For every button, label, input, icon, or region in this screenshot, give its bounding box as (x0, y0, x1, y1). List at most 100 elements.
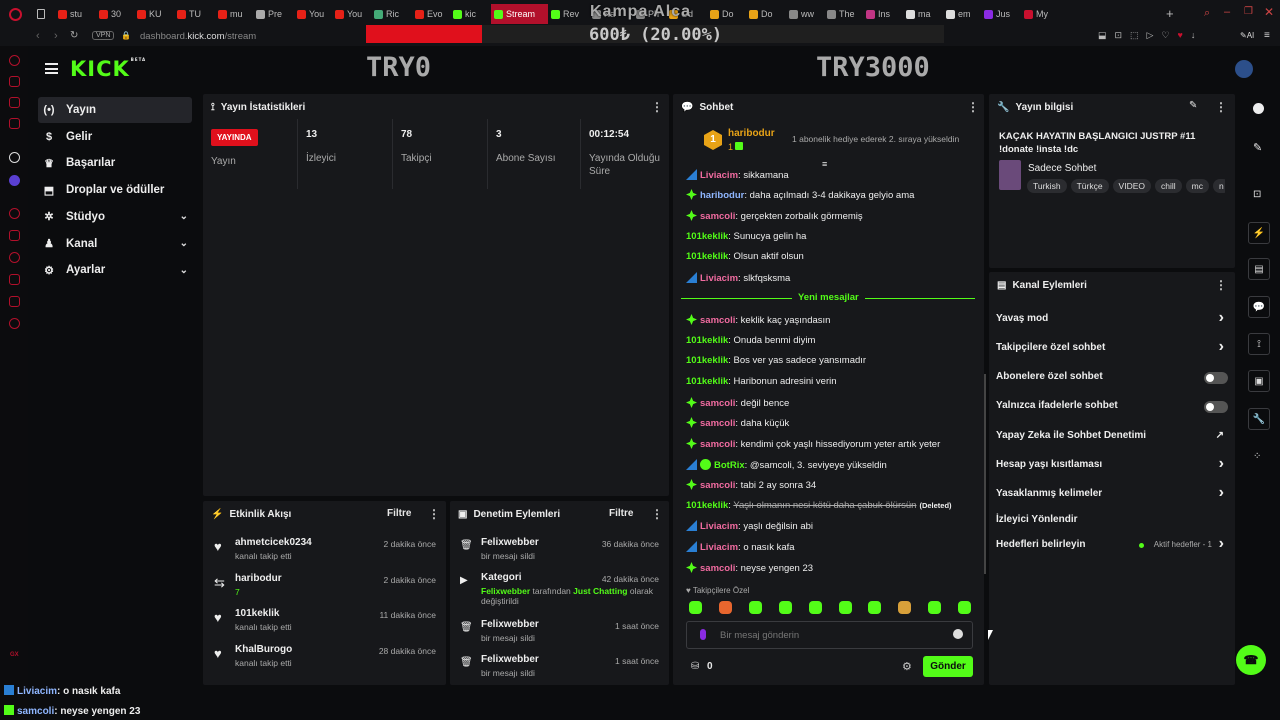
toggle-switch[interactable] (1204, 401, 1228, 413)
stats-menu-icon[interactable]: ⋮ (651, 100, 663, 114)
browser-tab[interactable]: em (946, 5, 981, 23)
chevron-right-icon[interactable]: › (1219, 535, 1224, 553)
new-tab-button[interactable]: + (1166, 6, 1174, 21)
chat-message[interactable]: 101keklik: Bos ver yas sadece yansımadır (686, 355, 866, 366)
sidebar-item-başarılar[interactable]: ♛ Başarılar (38, 150, 192, 176)
chat-message[interactable]: samcoli: gerçekten zorbalık görmemiş (686, 210, 863, 222)
chevron-right-icon[interactable]: › (1219, 455, 1224, 473)
chat-username[interactable]: samcoli (700, 211, 735, 222)
emote-icon[interactable] (749, 601, 762, 614)
chat-username[interactable]: 101keklik (686, 500, 728, 511)
points-icon[interactable]: ⛁ (691, 661, 699, 672)
chat-username[interactable]: Liviacim (700, 521, 738, 532)
browser-tab[interactable]: 30 (99, 5, 134, 23)
activity-item[interactable]: KhalBurogo kanalı takip etti 28 dakika önc… (235, 644, 436, 668)
gx-corner-icon[interactable] (9, 118, 20, 129)
emote-icon[interactable] (719, 601, 732, 614)
chat-username[interactable]: samcoli (700, 315, 735, 326)
chat-username[interactable]: samcoli (700, 439, 735, 450)
maximize-icon[interactable]: ❐ (1244, 6, 1253, 17)
add-action-icon[interactable]: ⁘ (1253, 451, 1261, 462)
quick-action-layout-button[interactable]: ▣ (1248, 370, 1270, 392)
extension-icon[interactable] (9, 175, 20, 186)
close-window-icon[interactable]: ✕ (1264, 5, 1274, 19)
moderation-menu-icon[interactable]: ⋮ (651, 507, 663, 521)
sidebar-item-ayarlar[interactable]: ⚙ Ayarlar ⌄ (38, 257, 192, 283)
hamburger-menu-icon[interactable] (45, 63, 58, 74)
chat-message[interactable]: samcoli: kendimi çok yaşlı hissediyorum … (686, 438, 940, 450)
emote-icon[interactable] (779, 601, 792, 614)
browser-tab[interactable]: stu (58, 5, 96, 23)
emote-icon[interactable] (898, 601, 911, 614)
emote-icon[interactable] (689, 601, 702, 614)
chat-message[interactable]: samcoli: keklik kaç yaşındasın (686, 314, 830, 326)
browser-tab[interactable]: Evo (415, 5, 450, 23)
gift-user[interactable]: haribodur (728, 128, 775, 139)
chevron-down-icon[interactable]: ≡ (822, 159, 827, 169)
chevron-down-icon[interactable]: ⌄ (180, 238, 188, 249)
activity-item[interactable]: ahmetcicek0234 kanalı takip etti 2 dakika … (235, 537, 436, 561)
moderation-item[interactable]: Felixwebber bir mesajı sildi 1 saat önce (481, 654, 659, 678)
moderator-name[interactable]: Felixwebber (481, 586, 530, 596)
moderation-item[interactable]: Kategori Felixwebber tarafından Just Chat… (481, 572, 659, 606)
sidebar-item-kanal[interactable]: ♟ Kanal ⌄ (38, 231, 192, 257)
browser-tab[interactable]: Do (710, 5, 746, 23)
chat-username[interactable]: Liviacim (700, 542, 738, 553)
chat-username[interactable]: 101keklik (686, 231, 728, 242)
browser-tab[interactable]: The (827, 5, 863, 23)
browser-tab[interactable]: You (297, 5, 332, 23)
chat-username[interactable]: samcoli (700, 398, 735, 409)
chat-username[interactable]: samcoli (700, 480, 735, 491)
chat-message[interactable]: 101keklik: Haribonun adresini verin (686, 376, 837, 387)
chat-message[interactable]: 101keklik: Onuda benmi diyim (686, 335, 815, 346)
minimize-icon[interactable]: – (1224, 6, 1230, 18)
chat-message[interactable]: 101keklik: Sunucya gelin ha (686, 231, 806, 242)
category-name[interactable]: Just Chatting (573, 586, 627, 596)
apps-icon[interactable] (9, 230, 20, 241)
chat-message[interactable]: haribodur: daha açılmadı 3-4 dakikaya ge… (686, 189, 914, 201)
channel-action-1[interactable]: Takipçilere özel sohbet › (996, 338, 1228, 360)
stream-tag[interactable]: VIDEO (1112, 179, 1151, 193)
chat-username[interactable]: samcoli (700, 563, 735, 574)
extensions-icon[interactable] (9, 296, 20, 307)
vpn-badge[interactable]: VPN (92, 31, 115, 40)
chat-username[interactable]: 101keklik (686, 335, 728, 346)
chevron-down-icon[interactable]: ⌄ (180, 211, 188, 222)
reload-icon[interactable]: ↻ (70, 30, 78, 41)
activity-item[interactable]: 101keklik kanalı takip etti 11 dakika önce (235, 608, 436, 632)
back-icon[interactable]: ‹ (36, 30, 40, 42)
browser-tab[interactable]: Stream (491, 4, 548, 24)
settings-side-icon[interactable] (9, 152, 20, 163)
browser-tab[interactable]: Ric (374, 5, 412, 23)
sidebar-item-yayın[interactable]: (•) Yayın (38, 97, 192, 123)
downloads-icon[interactable] (9, 274, 20, 285)
browser-tab[interactable]: ma (906, 5, 943, 23)
search-tabs-icon[interactable]: ⌕ (1204, 7, 1210, 20)
forward-icon[interactable]: › (54, 30, 58, 42)
stream-tag[interactable]: mc (1185, 179, 1209, 193)
external-link-icon[interactable]: ↗ (1216, 430, 1224, 441)
chat-menu-icon[interactable]: ⋮ (967, 100, 979, 114)
url-field[interactable]: dashboard.kick.com/stream (140, 31, 256, 42)
channel-action-7[interactable]: İzleyici Yönlendir (996, 514, 1228, 532)
toggle-switch[interactable] (1204, 372, 1228, 384)
info-icon[interactable] (1253, 103, 1264, 114)
chat-message[interactable]: samcoli: neyse yengen 23 (686, 562, 813, 574)
chat-username[interactable]: Liviacim (700, 273, 738, 284)
sidebar-item-gelir[interactable]: $ Gelir (38, 124, 192, 150)
social-icon[interactable] (9, 76, 20, 87)
browser-tab[interactable]: Ins (866, 5, 903, 23)
browser-tab[interactable]: ww (789, 5, 824, 23)
channel-actions-menu-icon[interactable]: ⋮ (1215, 278, 1227, 292)
activity-menu-icon[interactable]: ⋮ (428, 507, 440, 521)
emote-icon[interactable] (868, 601, 881, 614)
chevron-right-icon[interactable]: › (1219, 309, 1224, 327)
emote-icon[interactable] (958, 601, 971, 614)
chat-settings-icon[interactable]: ⚙ (902, 660, 912, 673)
stream-tag[interactable]: n (1213, 179, 1225, 193)
chat-message[interactable]: samcoli: tabi 2 ay sonra 34 (686, 479, 816, 491)
sidebar-item-droplar-ve-ödüller[interactable]: ⬒ Droplar ve ödüller (38, 177, 192, 203)
history-icon[interactable] (9, 252, 20, 263)
browser-tab[interactable]: Do (749, 5, 786, 23)
channel-action-0[interactable]: Yavaş mod › (996, 309, 1228, 331)
